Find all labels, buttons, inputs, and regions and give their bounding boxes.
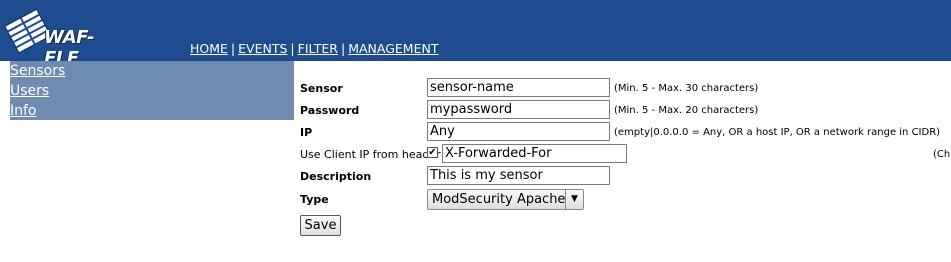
password-label: Password (300, 104, 360, 117)
description-input[interactable]: This is my sensor (427, 166, 610, 185)
waf-fle-logo[interactable]: WAF-FLE (4, 3, 126, 69)
ip-label: IP (300, 126, 313, 139)
type-label: Type (300, 193, 329, 206)
dropdown-arrow-icon: ▼ (565, 190, 583, 209)
sensor-label: Sensor (300, 82, 343, 95)
sidebar-item-label: Info (10, 103, 37, 119)
nav-separator: | (340, 41, 346, 56)
ip-input[interactable]: Any (427, 122, 610, 141)
ip-hint: (empty|0.0.0.0 = Any, OR a host IP, OR a… (614, 127, 941, 138)
client-ip-checkbox[interactable]: ✔ (427, 147, 438, 158)
nav-home-link[interactable]: HOME (190, 41, 228, 56)
password-input[interactable]: mypassword (427, 100, 610, 119)
type-select[interactable]: ModSecurity Apache ▼ (427, 189, 584, 210)
sidebar-item-users[interactable]: Users (10, 81, 294, 101)
top-navigation: HOME | EVENTS | FILTER | MANAGEMENT (190, 41, 438, 56)
nav-separator: | (290, 41, 295, 56)
header-bar: WAF-FLE HOME | EVENTS | FILTER | MANAGEMENT (0, 0, 951, 69)
description-label: Description (300, 170, 372, 183)
save-button[interactable]: Save (300, 215, 341, 236)
password-hint: (Min. 5 - Max. 20 characters) (614, 105, 759, 116)
nav-management-link[interactable]: MANAGEMENT (348, 41, 438, 56)
sidebar-item-info[interactable]: Info (10, 101, 294, 121)
client-ip-header-input[interactable]: X-Forwarded-For (442, 144, 627, 163)
type-select-value: ModSecurity Apache (432, 192, 566, 207)
sidebar-item-label: Users (10, 83, 50, 99)
sensor-name-input[interactable]: sensor-name (427, 78, 610, 97)
nav-filter-link[interactable]: FILTER (298, 41, 338, 56)
sidebar: Sensors Users Info (10, 61, 294, 120)
nav-separator: | (230, 41, 236, 56)
client-ip-hint-clipped: (Ch (933, 149, 951, 160)
sensor-hint: (Min. 5 - Max. 30 characters) (614, 83, 759, 94)
client-ip-label: Use Client IP from header (300, 148, 441, 161)
sidebar-item-sensors[interactable]: Sensors (10, 61, 294, 81)
sidebar-item-label: Sensors (10, 63, 66, 79)
nav-events-link[interactable]: EVENTS (238, 41, 287, 56)
